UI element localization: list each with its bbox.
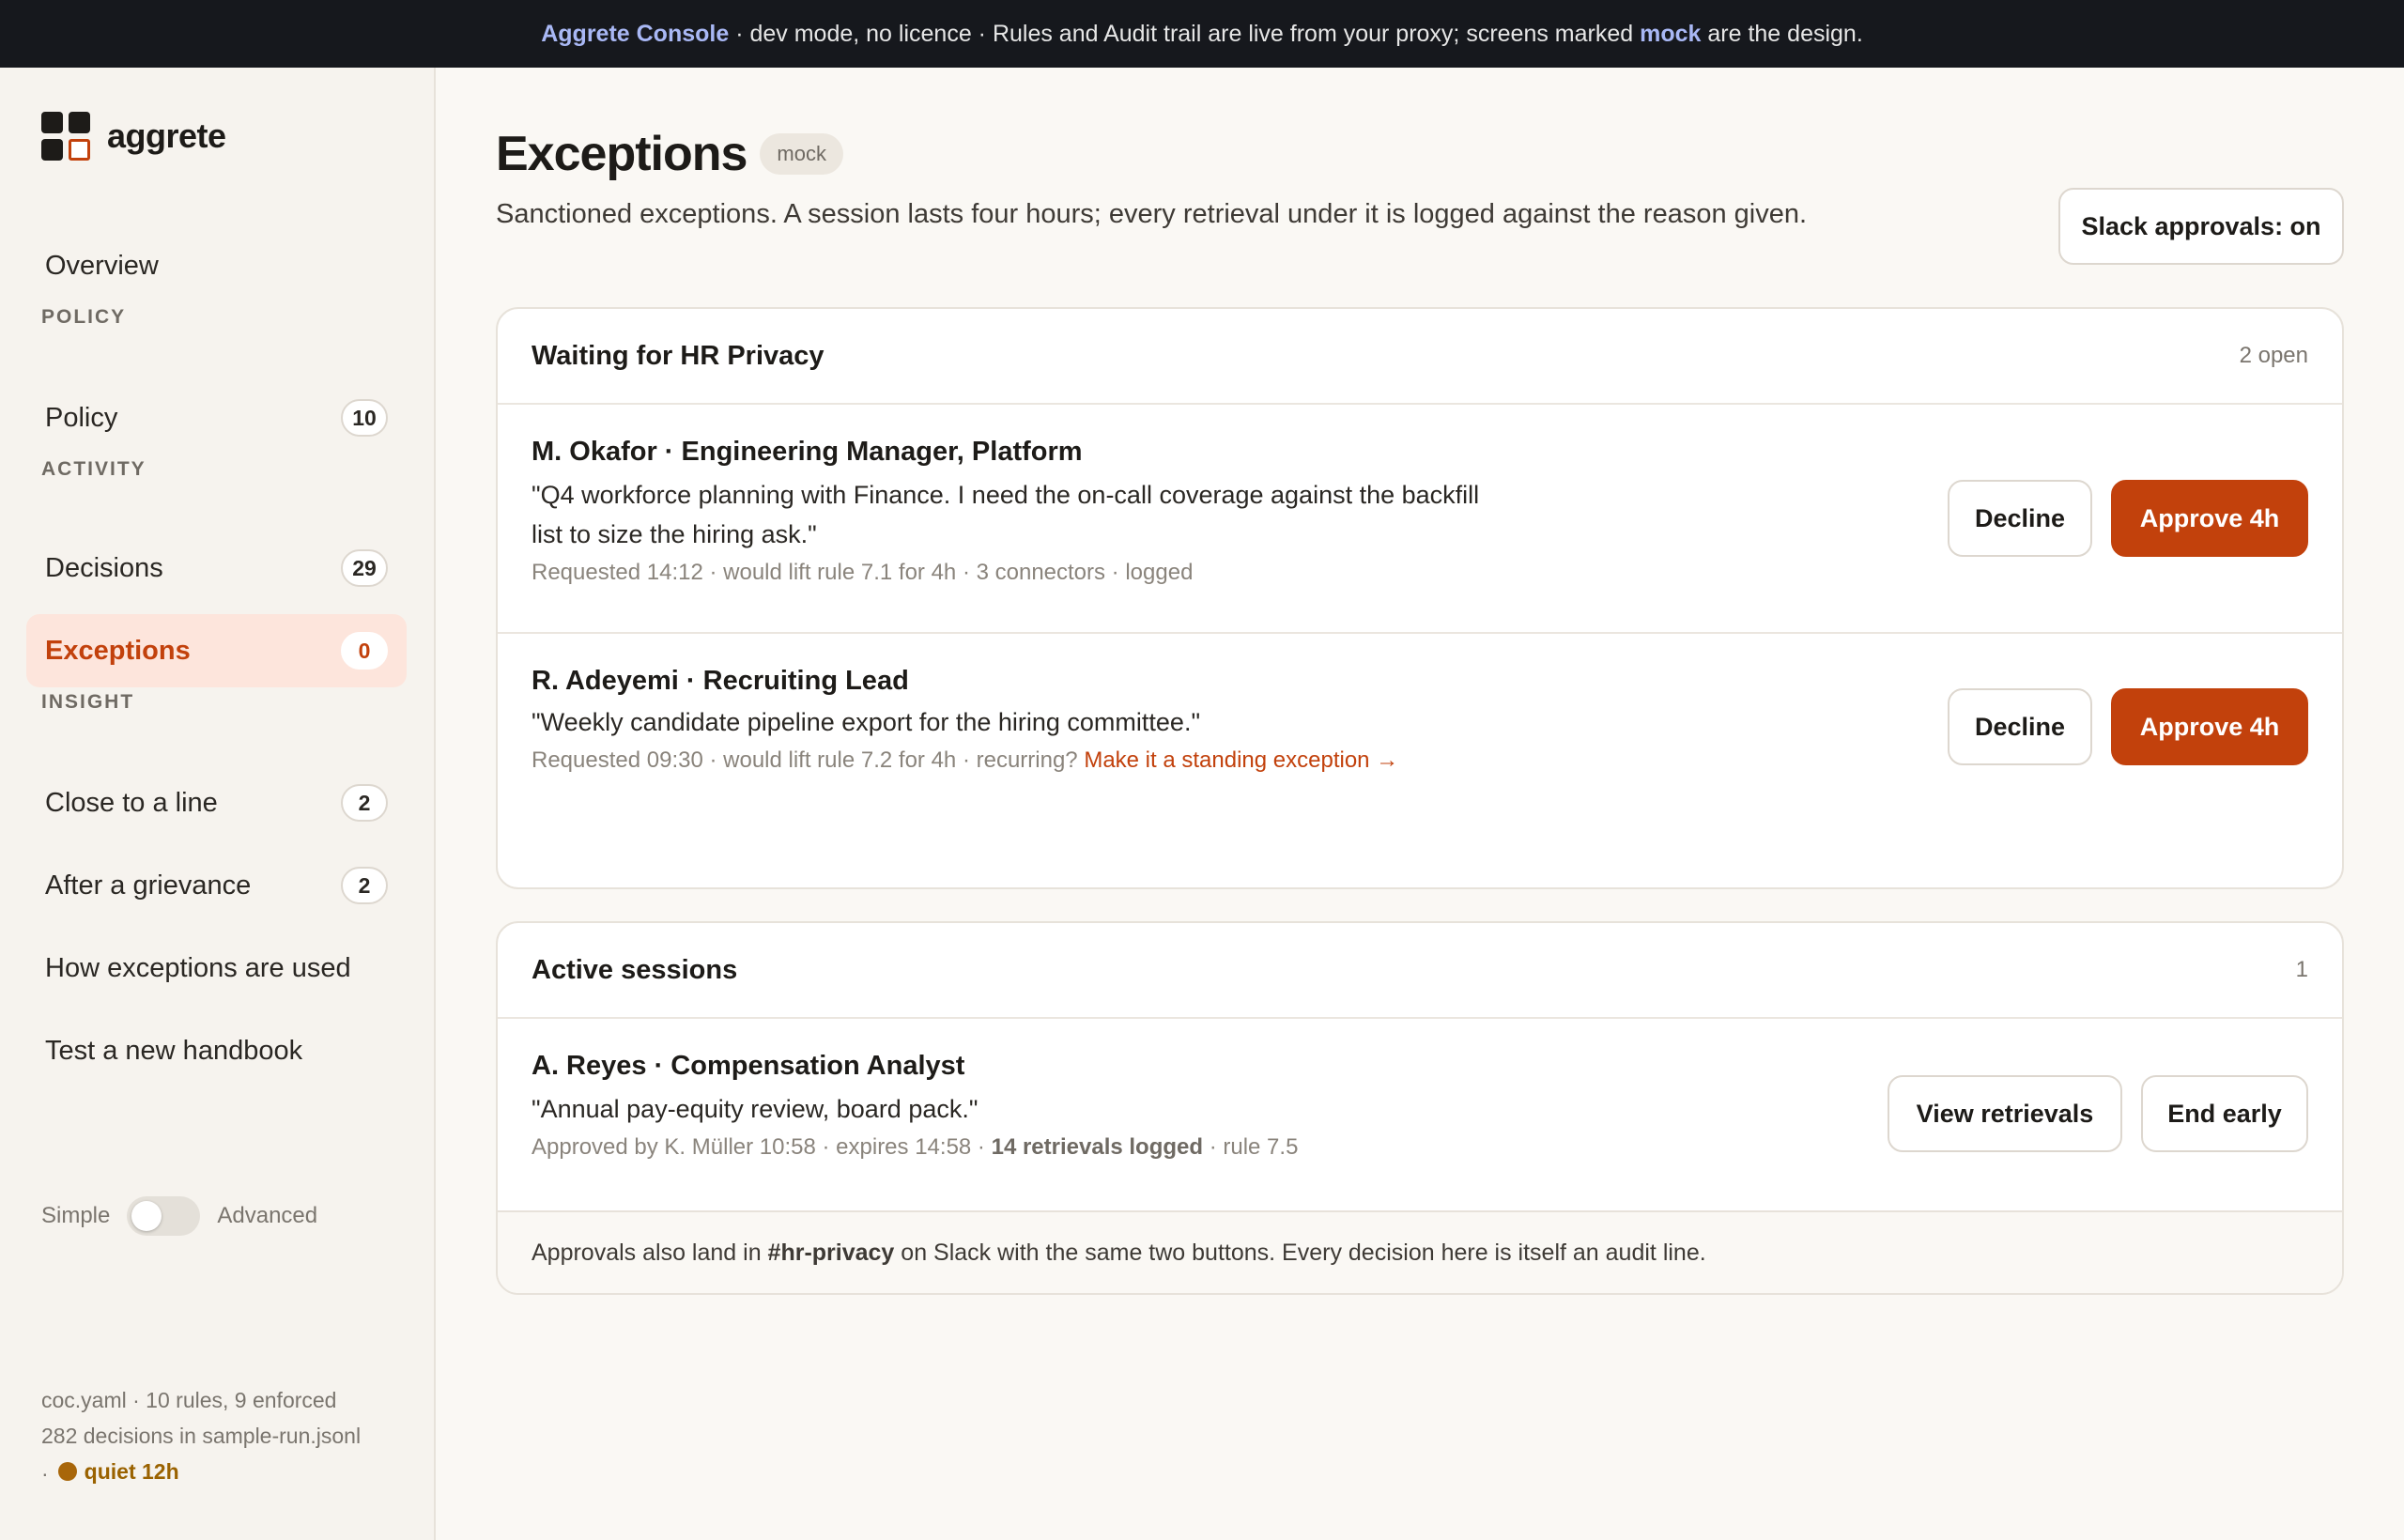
count-badge: 2: [341, 867, 388, 904]
brand-name: aggrete: [107, 116, 226, 155]
page-subtitle: Sanctioned exceptions. A session lasts f…: [496, 199, 1808, 229]
sidebar-item-exceptions[interactable]: Exceptions 0: [26, 614, 407, 687]
active-sessions-card: Active sessions 1 A. Reyes · Compensatio…: [496, 921, 2344, 1295]
page-header: Exceptions mock: [496, 126, 843, 182]
waiting-card-title: Waiting for HR Privacy: [532, 340, 824, 371]
request-actions: Decline Approve 4h: [1948, 688, 2308, 765]
banner-app-name: Aggrete Console: [541, 20, 730, 47]
sidebar-item-overview[interactable]: Overview: [26, 229, 407, 302]
approve-4h-button[interactable]: Approve 4h: [2111, 480, 2308, 557]
status-dot-icon: [57, 1462, 77, 1481]
footer-config-line: coc.yaml · 10 rules, 9 enforced: [41, 1388, 337, 1412]
mock-tag: mock: [760, 133, 843, 175]
decline-button[interactable]: Decline: [1948, 688, 2092, 765]
quiet-status-label: quiet 12h: [84, 1459, 179, 1484]
mode-toggle-row: Simple Advanced: [41, 1196, 317, 1236]
waiting-card: Waiting for HR Privacy 2 open M. Okafor …: [496, 307, 2344, 889]
footer-status-line: · quiet 12h: [41, 1454, 361, 1491]
active-session-count: 1: [2295, 957, 2308, 982]
active-card-footer: Approvals also land in #hr-privacy on Sl…: [498, 1210, 2342, 1293]
retrievals-logged: 14 retrievals logged: [991, 1134, 1204, 1160]
top-banner: Aggrete Console · dev mode, no licence ·…: [0, 0, 2404, 68]
sidebar-item-policy[interactable]: Policy 10: [26, 381, 407, 454]
sidebar-item-label: Decisions: [45, 552, 163, 583]
requester-name: M. Okafor · Engineering Manager, Platfor…: [532, 437, 1083, 467]
slack-approvals-button[interactable]: Slack approvals: on: [2058, 188, 2344, 265]
section-label-insight: INSIGHT: [41, 691, 135, 713]
mode-label-advanced: Advanced: [217, 1203, 318, 1228]
request-row: R. Adeyemi · Recruiting Lead "Weekly can…: [498, 634, 2342, 822]
count-badge: 29: [341, 549, 388, 587]
sidebar-item-after-a-grievance[interactable]: After a grievance 2: [26, 849, 407, 922]
footer-note-text: Approvals also land in: [532, 1239, 768, 1266]
sidebar-item-label: Close to a line: [45, 787, 218, 818]
sidebar-item-label: Policy: [45, 402, 118, 433]
sidebar-footer: coc.yaml · 10 rules, 9 enforced 282 deci…: [41, 1382, 361, 1491]
decline-button[interactable]: Decline: [1948, 480, 2092, 557]
footer-decisions-line: 282 decisions in sample-run.jsonl: [41, 1424, 362, 1448]
sidebar-item-label: Test a new handbook: [45, 1035, 303, 1066]
sidebar-item-label: After a grievance: [45, 870, 252, 901]
section-label-activity: ACTIVITY: [41, 458, 146, 480]
requester-name: R. Adeyemi · Recruiting Lead: [532, 666, 909, 696]
slack-channel: #hr-privacy: [767, 1239, 895, 1266]
approve-4h-button[interactable]: Approve 4h: [2111, 688, 2308, 765]
request-meta-text: Requested 09:30 · would lift rule 7.2 fo…: [532, 747, 1085, 773]
waiting-card-header: Waiting for HR Privacy 2 open: [498, 309, 2342, 405]
active-card-title: Active sessions: [532, 954, 738, 985]
mode-toggle[interactable]: [127, 1196, 201, 1236]
banner-text-end: are the design.: [1701, 20, 1863, 47]
end-early-button[interactable]: End early: [2141, 1075, 2308, 1152]
sidebar-item-label: Exceptions: [45, 635, 191, 666]
sidebar-item-test-a-new-handbook[interactable]: Test a new handbook: [26, 1014, 407, 1087]
sidebar: aggrete Overview POLICY Policy 10 ACTIVI…: [0, 68, 436, 1540]
request-actions: Decline Approve 4h: [1948, 480, 2308, 557]
session-actions: View retrievals End early: [1888, 1075, 2308, 1152]
session-meta-text: Approved by K. Müller 10:58 · expires 14…: [532, 1134, 992, 1160]
session-user-name: A. Reyes · Compensation Analyst: [532, 1051, 965, 1081]
request-row: M. Okafor · Engineering Manager, Platfor…: [498, 405, 2342, 634]
banner-text: · dev mode, no licence · Rules and Audit…: [729, 20, 1641, 47]
sidebar-item-decisions[interactable]: Decisions 29: [26, 531, 407, 605]
count-badge: 2: [341, 784, 388, 822]
sidebar-item-label: How exceptions are used: [45, 952, 351, 983]
sidebar-item-how-exceptions-are-used[interactable]: How exceptions are used: [26, 932, 407, 1005]
brand-logo[interactable]: aggrete: [41, 112, 226, 161]
mode-label-simple: Simple: [41, 1203, 111, 1228]
count-badge: 0: [341, 632, 388, 670]
session-rule: · rule 7.5: [1203, 1134, 1299, 1160]
page-title: Exceptions: [496, 127, 747, 181]
session-row: A. Reyes · Compensation Analyst "Annual …: [498, 1019, 2342, 1210]
footer-separator: ·: [41, 1461, 49, 1486]
sidebar-item-label: Overview: [45, 250, 159, 281]
active-card-header: Active sessions 1: [498, 923, 2342, 1019]
footer-note-text-end: on Slack with the same two buttons. Ever…: [894, 1239, 1706, 1266]
view-retrievals-button[interactable]: View retrievals: [1888, 1075, 2122, 1152]
logo-mark-icon: [41, 112, 90, 161]
sidebar-item-close-to-a-line[interactable]: Close to a line 2: [26, 766, 407, 839]
quiet-status: quiet 12h: [49, 1454, 179, 1489]
toggle-knob: [131, 1201, 162, 1231]
request-meta: Requested 14:12 · would lift rule 7.1 fo…: [532, 560, 1194, 585]
standing-exception-link[interactable]: Make it a standing exception →: [1084, 747, 1398, 773]
banner-mock-word: mock: [1640, 20, 1702, 47]
waiting-open-count: 2 open: [2239, 343, 2308, 368]
section-label-policy: POLICY: [41, 306, 127, 328]
count-badge: 10: [341, 399, 388, 437]
